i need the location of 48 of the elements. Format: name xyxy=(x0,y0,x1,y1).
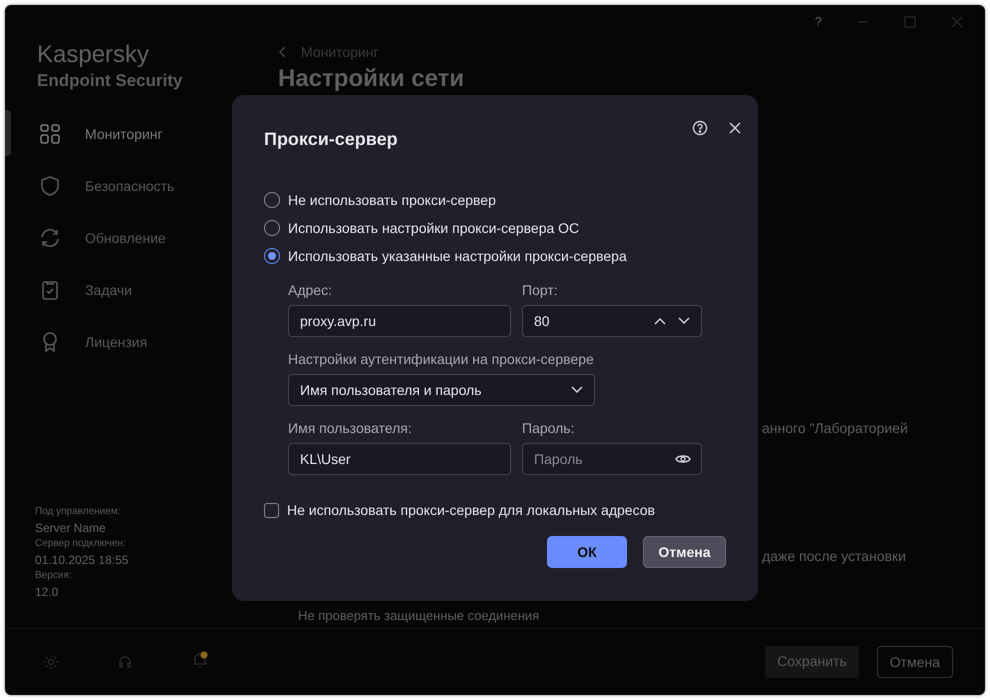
radio-option[interactable]: Не использовать прокси-сервер xyxy=(264,192,726,208)
chevron-down-icon xyxy=(571,386,583,394)
ok-button[interactable]: ОК xyxy=(547,536,627,568)
page-title: Настройки сети xyxy=(278,65,464,93)
field-label: Настройки аутентификации на прокси-сервере xyxy=(288,351,595,367)
checkbox-label: Не использовать прокси-сервер для локальных адресов xyxy=(287,502,655,518)
port-field[interactable]: 80 xyxy=(522,305,702,337)
field-label: Порт: xyxy=(522,282,559,298)
clipboard-icon xyxy=(39,279,61,301)
info-value: 01.10.2025 18:55 xyxy=(35,552,130,568)
info-value: 12.0 xyxy=(35,584,60,600)
field-label: Пароль: xyxy=(522,420,576,436)
field-label: Имя пользователя: xyxy=(288,420,413,436)
radio-option[interactable]: Использовать настройки прокси-сервера ОС xyxy=(264,220,726,236)
product-name: Endpoint Security xyxy=(37,71,184,91)
shield-icon xyxy=(39,175,61,197)
auth-dropdown[interactable]: Имя пользователя и пароль xyxy=(288,374,595,406)
username-field[interactable]: KL\User xyxy=(288,443,511,475)
eye-icon[interactable] xyxy=(675,453,691,465)
chevron-down-icon[interactable] xyxy=(678,317,690,325)
address-field[interactable]: proxy.avp.ru xyxy=(288,305,511,337)
bell-icon[interactable] xyxy=(191,650,209,668)
grid-icon xyxy=(39,123,61,145)
dialog-title: Прокси-сервер xyxy=(264,129,398,150)
brand-name: Kaspersky xyxy=(37,41,150,69)
help-icon[interactable] xyxy=(692,120,708,136)
radio-button[interactable] xyxy=(264,220,280,236)
checkbox[interactable] xyxy=(264,502,279,518)
description-text: даже после установки xyxy=(762,548,906,564)
info-value: Server Name xyxy=(35,520,107,536)
field-label: Адрес: xyxy=(288,282,333,298)
radio-label: Не использовать прокси-сервер xyxy=(288,192,496,208)
description-text: анного "Лабораторией xyxy=(762,420,908,436)
radio-button[interactable] xyxy=(264,192,280,208)
radio-label: Использовать указанные настройки прокси-сервера xyxy=(288,248,627,264)
refresh-icon xyxy=(39,227,61,249)
info-label: Версия: xyxy=(35,569,73,583)
nav-item[interactable]: Мониторинг xyxy=(5,108,265,160)
radio-option[interactable]: Использовать указанные настройки прокси-сервера xyxy=(264,248,726,264)
chevron-left-icon xyxy=(279,46,287,58)
radio-label: Не проверять защищенные соединения xyxy=(298,608,540,623)
password-field[interactable]: Пароль xyxy=(522,443,702,475)
radio-button[interactable] xyxy=(264,248,280,264)
info-label: Под управлением: xyxy=(35,505,122,519)
info-label: Сервер подключен: xyxy=(35,537,127,551)
cancel-button[interactable]: Отмена xyxy=(643,536,726,568)
chevron-up-icon[interactable] xyxy=(654,317,666,325)
radio-label: Использовать настройки прокси-сервера ОС xyxy=(288,220,580,236)
